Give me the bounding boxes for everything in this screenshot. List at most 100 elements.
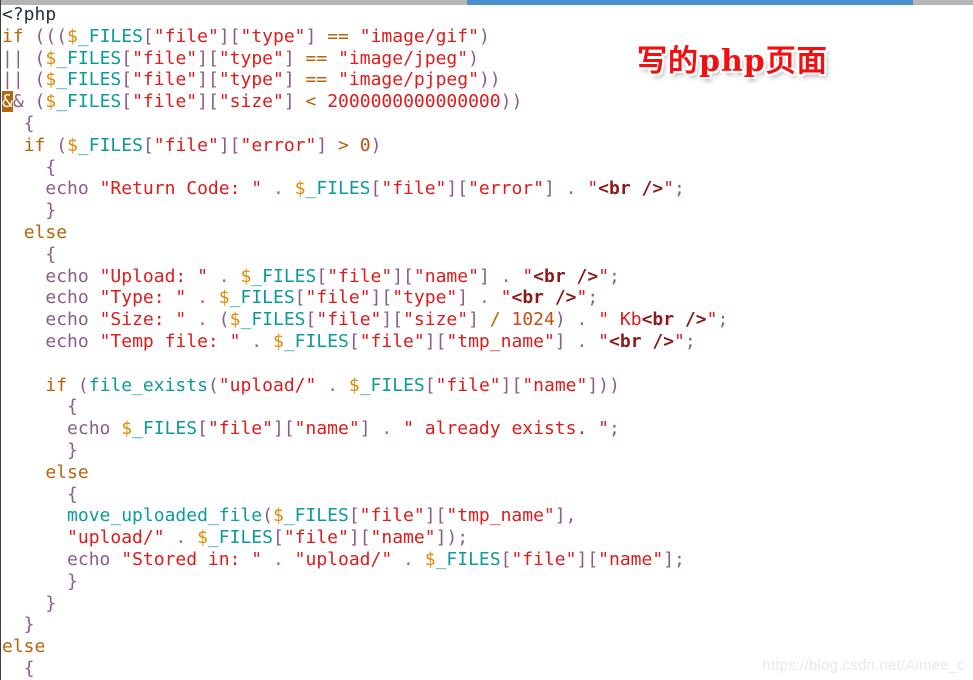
code-token: ] (359, 418, 371, 440)
code-token: [ (142, 134, 154, 156)
code-token: $ (229, 309, 241, 331)
code-token: ] (468, 309, 479, 331)
editor-left-border (0, 0, 1, 680)
code-token: _FILES (77, 134, 143, 156)
code-line[interactable]: { (2, 113, 970, 135)
code-line[interactable]: echo "Upload: " . $_FILES["file"]["name"… (2, 266, 970, 288)
code-line[interactable]: move_uploaded_file($_FILES["file"]["tmp_… (2, 505, 970, 527)
code-line[interactable]: if ($_FILES["file"]["error"] > 0) (2, 135, 970, 157)
code-token: "name" (294, 418, 360, 440)
code-line[interactable]: echo "Type: " . $_FILES["file"]["type"] … (2, 287, 970, 309)
code-line[interactable]: } (2, 571, 970, 593)
code-editor-surface[interactable]: <?php if ((($_FILES["file"]["type"] == "i… (2, 4, 970, 680)
code-token: "Return Code: " (99, 178, 263, 200)
code-token: ((( (34, 25, 68, 47)
code-line[interactable]: echo "Return Code: " . $_FILES["file"]["… (2, 178, 970, 200)
code-line[interactable]: echo $_FILES["file"]["name"] . " already… (2, 418, 970, 440)
code-line[interactable]: else (2, 222, 970, 244)
code-token: "error" (468, 178, 544, 200)
code-token: " (674, 330, 685, 352)
code-token: ][ (500, 374, 523, 396)
code-token: [ (316, 265, 328, 287)
code-token: "file" (207, 418, 273, 440)
code-token: > (338, 134, 349, 156)
code-line[interactable]: "upload/" . $_FILES["file"]["name"]); (2, 527, 970, 549)
code-token: & (12, 91, 24, 113)
code-line[interactable]: else (2, 636, 970, 658)
code-line[interactable]: && ($_FILES["file"]["size"] < 2000000000… (2, 91, 970, 113)
code-token: 2000000000000000 (327, 91, 501, 113)
code-token: "Type: " (99, 287, 187, 309)
code-token: "size" (218, 91, 284, 113)
code-line[interactable]: } (2, 593, 970, 615)
code-line[interactable]: else (2, 462, 970, 484)
code-token: { (2, 483, 78, 505)
code-line[interactable]: { (2, 157, 970, 179)
code-line[interactable]: echo "Size: " . ($_FILES["file"]["size"]… (2, 309, 970, 331)
code-line[interactable]: { (2, 244, 970, 266)
code-token: . (381, 418, 393, 440)
code-token: "image/jpeg" (338, 47, 469, 69)
code-line[interactable]: } (2, 200, 970, 222)
code-token: . (565, 178, 577, 200)
code-token: echo (67, 418, 111, 440)
code-token: "file" (153, 25, 219, 47)
code-token: ; (684, 330, 696, 352)
code-token: $ (45, 69, 57, 91)
code-line[interactable]: if (file_exists("upload/" . $_FILES["fil… (2, 375, 970, 397)
code-token: move_uploaded_file (67, 505, 263, 527)
code-token: "type" (240, 25, 306, 47)
code-line[interactable]: } (2, 440, 970, 462)
code-token: ( (56, 134, 68, 156)
code-token: "upload/" (294, 548, 393, 570)
code-token: . (576, 330, 588, 352)
code-token: ( (34, 69, 46, 91)
code-line[interactable] (2, 353, 970, 375)
code-token: ] (554, 330, 566, 352)
code-token: ) (468, 47, 479, 69)
code-token: "type" (218, 47, 284, 69)
code-token: . (218, 265, 230, 287)
code-line[interactable]: } (2, 614, 970, 636)
code-token: "error" (240, 134, 317, 156)
code-token: if (2, 25, 24, 47)
code-token: { (2, 156, 57, 178)
code-token: $ (294, 178, 306, 200)
code-line[interactable]: { (2, 484, 970, 506)
code-token: { (2, 657, 35, 679)
code-token: "file" (283, 527, 349, 549)
code-token: echo (45, 309, 89, 331)
code-token: ][ (424, 505, 447, 527)
code-token: "name" (598, 548, 664, 570)
code-token: ) (554, 309, 566, 331)
code-line[interactable]: echo "Temp file: " . $_FILES["file"]["tm… (2, 331, 970, 353)
csdn-url-watermark: https://blog.csdn.net/Aimee_c (762, 657, 965, 674)
code-token: "file" (359, 330, 425, 352)
code-token: "file" (381, 178, 447, 200)
code-token: _FILES (229, 287, 295, 309)
code-line[interactable]: echo "Stored in: " . "upload/" . $_FILES… (2, 549, 970, 571)
code-line[interactable]: <?php (2, 4, 970, 26)
code-token: { (2, 112, 35, 134)
code-token: "file" (316, 309, 382, 331)
code-token: echo (45, 265, 89, 287)
code-token: == (327, 25, 349, 47)
code-token: $ (67, 25, 78, 47)
code-line[interactable]: { (2, 396, 970, 418)
code-token: [ (500, 548, 512, 570)
